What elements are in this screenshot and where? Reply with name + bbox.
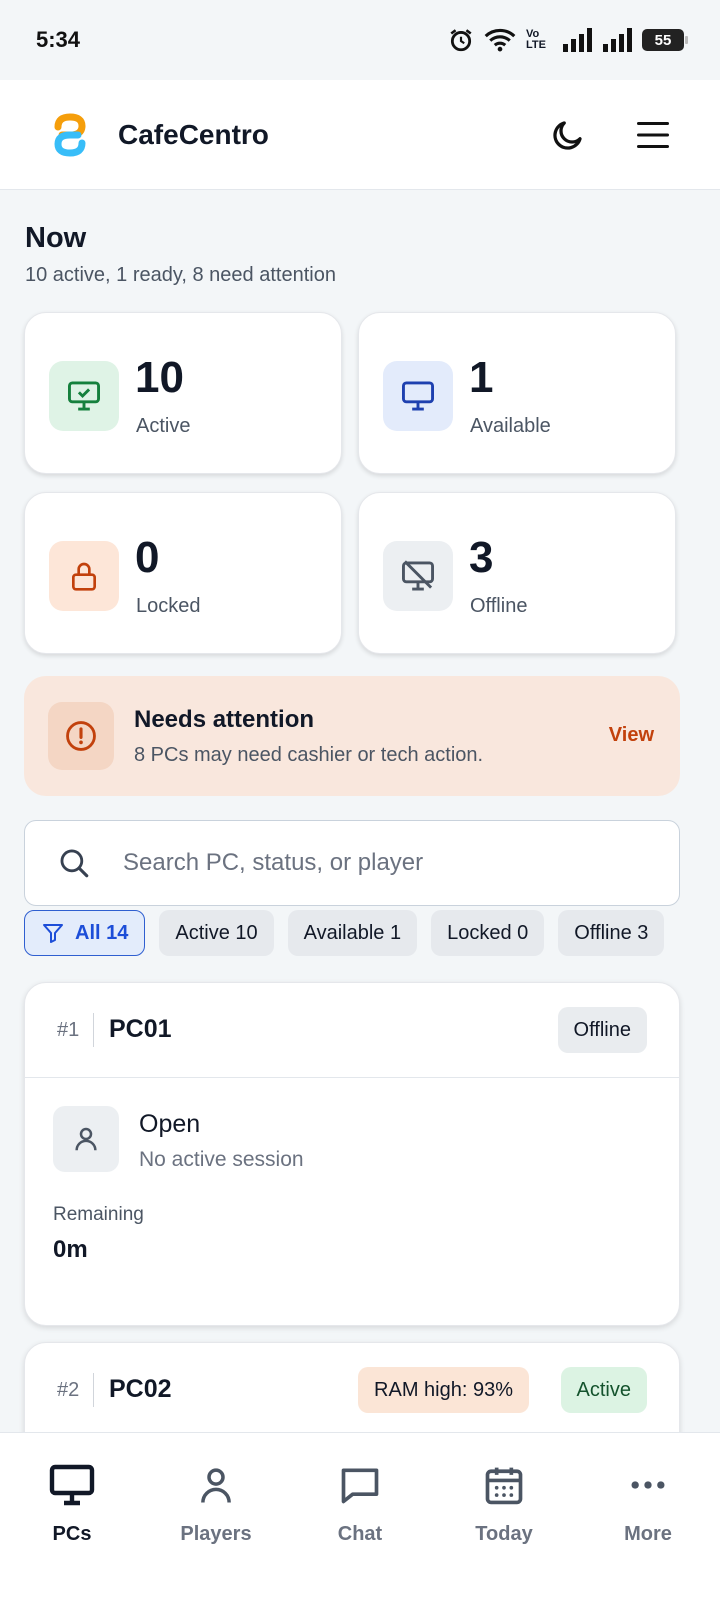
filter-chip-all[interactable]: All 14 (24, 910, 146, 956)
monitor-icon (49, 1464, 95, 1506)
offline-monitor-icon (383, 541, 453, 611)
nav-label: Players (180, 1523, 252, 1545)
attention-message: 8 PCs may need cashier or tech action. (134, 744, 484, 766)
user-icon (201, 1468, 231, 1503)
nav-label: Chat (337, 1523, 383, 1545)
network-label: Vo LTE (526, 28, 546, 51)
session-subtitle: No active session (139, 1148, 304, 1171)
active-monitor-icon (49, 361, 119, 431)
stat-label: Offline (470, 595, 528, 617)
alert-circle-icon (48, 702, 114, 770)
stat-value: 10 (135, 353, 184, 402)
filter-chip-label: All 14 (75, 921, 129, 944)
attention-title: Needs attention (134, 706, 315, 733)
system-icons: Vo LTE 55 (448, 27, 688, 53)
stat-label: Active (136, 415, 191, 437)
filter-icon (43, 924, 63, 943)
nav-item-players[interactable]: Players (144, 1433, 288, 1573)
calendar-icon (485, 1467, 523, 1505)
search-icon (60, 849, 89, 878)
menu-hamburger-icon[interactable] (636, 120, 670, 150)
bottom-navigation: PCs Players Chat Today More (0, 1432, 720, 1604)
nav-item-today[interactable]: Today (432, 1433, 576, 1573)
pc-index: #2 (57, 1379, 80, 1401)
lock-icon (49, 541, 119, 611)
battery-icon: 55 (642, 29, 688, 51)
wifi-icon (484, 28, 516, 52)
filter-chip-active[interactable]: Active 10 (159, 910, 274, 956)
stat-label: Available (470, 415, 551, 437)
signal-icon (563, 28, 592, 52)
view-attention-link[interactable]: View (609, 724, 654, 747)
needs-attention-banner: Needs attention 8 PCs may need cashier o… (24, 676, 680, 796)
chat-icon (341, 1468, 379, 1504)
stat-card-active[interactable]: 10 Active (24, 312, 342, 474)
stat-value: 3 (469, 533, 494, 582)
nav-item-more[interactable]: More (576, 1433, 720, 1573)
available-monitor-icon (383, 361, 453, 431)
status-badge: Active (560, 1367, 647, 1413)
pc-card-header: #2 PC02 RAM high: 93% Active (25, 1343, 679, 1438)
section-subtitle: 10 active, 1 ready, 8 need attention (25, 264, 336, 286)
pc-card-header: #1 PC01 Offline (25, 983, 679, 1078)
nav-label: PCs (52, 1523, 92, 1545)
pc-card[interactable]: #1 PC01 Offline Open No active session R… (24, 982, 680, 1326)
more-icon (631, 1481, 665, 1489)
status-time: 5:34 (36, 27, 81, 52)
pc-card-body: Open No active session Remaining 0m (25, 1078, 679, 1325)
status-badge: Offline (557, 1007, 647, 1053)
filter-chip-locked[interactable]: Locked 0 (431, 910, 545, 956)
stat-card-offline[interactable]: 3 Offline (358, 492, 676, 654)
filter-chip-offline[interactable]: Offline 3 (558, 910, 665, 956)
alarm-icon (450, 29, 472, 52)
nav-label: More (624, 1523, 672, 1545)
filter-chip-available[interactable]: Available 1 (287, 910, 418, 956)
nav-item-chat[interactable]: Chat (288, 1433, 432, 1573)
stat-card-available[interactable]: 1 Available (358, 312, 676, 474)
stat-value: 1 (469, 353, 494, 402)
session-state: Open (139, 1110, 201, 1138)
remaining-value: 0m (53, 1236, 88, 1263)
filter-chips: All 14 Active 10 Available 1 Locked 0 Offli… (24, 910, 680, 956)
search-input[interactable]: Search PC, status, or player (24, 820, 680, 906)
signal-icon-2 (603, 28, 632, 52)
section-title-now: Now (25, 222, 87, 254)
stat-card-locked[interactable]: 0 Locked (24, 492, 342, 654)
pc-name: PC02 (109, 1375, 172, 1403)
pc-name: PC01 (109, 1015, 172, 1043)
stat-label: Locked (136, 595, 201, 617)
nav-item-pcs[interactable]: PCs (0, 1433, 144, 1573)
dark-mode-moon-icon[interactable] (550, 117, 586, 153)
status-bar: 5:34 Vo LTE 55 (0, 0, 720, 80)
user-avatar-icon (53, 1106, 119, 1172)
ram-warning-badge: RAM high: 93% (358, 1367, 529, 1413)
pc-index: #1 (57, 1019, 80, 1041)
nav-label: Today (475, 1523, 533, 1545)
search-placeholder: Search PC, status, or player (123, 849, 424, 876)
stat-value: 0 (135, 533, 160, 582)
cafecentro-logo-icon (54, 112, 86, 157)
remaining-label: Remaining (53, 1204, 144, 1225)
app-bar: CafeCentro (0, 80, 720, 190)
app-title: CafeCentro (118, 118, 269, 150)
